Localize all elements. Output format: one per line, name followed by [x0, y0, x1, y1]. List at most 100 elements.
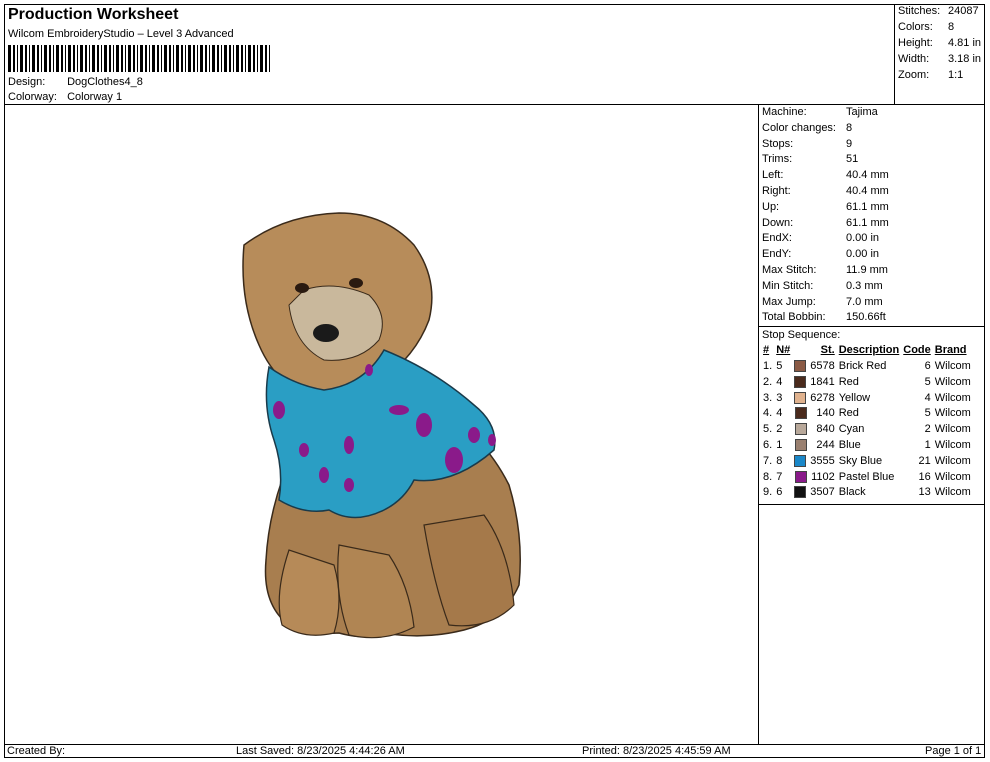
worksheet-header: Production Worksheet Wilcom EmbroiderySt… [4, 4, 895, 105]
stop-stitches: 1102 [811, 470, 835, 483]
machine-info-value: 0.00 in [846, 248, 880, 261]
barcode-bar [137, 45, 138, 72]
machine-info-row: Down: 61.1 mm [759, 216, 985, 232]
machine-info-label: EndY: [762, 248, 792, 261]
stop-stitches: 1841 [810, 375, 835, 388]
barcode-bar [77, 45, 78, 72]
stop-stitch-cell: 6278 [792, 391, 836, 407]
barcode-bar [197, 45, 198, 72]
barcode-bar [152, 45, 155, 72]
machine-info-row: EndY: 0.00 in [759, 247, 985, 263]
machine-info-value: 40.4 mm [846, 184, 889, 197]
design-preview [4, 105, 759, 744]
barcode-bar [41, 45, 42, 72]
machine-info-row: Machine: Tajima [759, 105, 985, 121]
design-label: Design: [8, 76, 46, 88]
design-stats: Stitches: 24087 Colors: 8 Height: 4.81 in W… [895, 4, 985, 105]
barcode-bar [92, 45, 95, 72]
barcode-bar [17, 45, 18, 72]
machine-info-label: Color changes: [762, 121, 836, 134]
barcode-bar [236, 45, 239, 72]
machine-info-row: Up: 61.1 mm [759, 200, 985, 216]
barcode-bar [125, 45, 126, 72]
stop-description: Blue [838, 438, 861, 451]
barcode-bar [133, 45, 135, 72]
machine-info-value: 11.9 mm [846, 263, 888, 276]
stop-needle: 4 [776, 375, 783, 388]
barcode-bar [265, 45, 267, 72]
machine-info-value: 7.0 mm [846, 295, 883, 308]
stop-index: 6. [763, 438, 773, 451]
machine-info-label: Max Jump: [762, 295, 816, 308]
stop-brand: Wilcom [934, 391, 971, 404]
stop-description: Red [838, 407, 859, 420]
machine-info-value: 61.1 mm [846, 216, 889, 229]
barcode-bar [205, 45, 207, 72]
barcode-bar [241, 45, 243, 72]
machine-info-label: Min Stitch: [762, 279, 814, 292]
stop-stitches: 6578 [810, 359, 835, 372]
stop-index: 5. [763, 423, 773, 436]
machine-info-value: 61.1 mm [846, 200, 889, 213]
barcode-bar [149, 45, 150, 72]
stop-brand: Wilcom [934, 438, 971, 451]
barcode-bar [248, 45, 251, 72]
machine-info-label: Stops: [762, 137, 794, 150]
stop-stitch-cell: 3507 [792, 485, 836, 501]
color-swatch [794, 375, 807, 388]
machine-info-row: EndX: 0.00 in [759, 231, 985, 247]
stop-stitch-cell: 140 [792, 406, 836, 422]
stop-stitch-cell: 244 [792, 438, 836, 454]
machine-info-label: Right: [762, 184, 791, 197]
barcode-bar [233, 45, 234, 72]
barcode-bar [68, 45, 71, 72]
barcode-bar [53, 45, 54, 72]
machine-info-value: Tajima [846, 106, 878, 118]
color-swatch [794, 360, 807, 373]
machine-info-row: Total Bobbin: 150.66ft [759, 310, 985, 326]
barcode-bar [113, 45, 114, 72]
stop-index: 1. [763, 359, 773, 372]
barcode-bar [101, 45, 102, 72]
stat-height: Height: 4.81 in [898, 37, 982, 49]
stop-stitch-cell: 6578 [792, 359, 836, 375]
stop-row: 7. 8 3555 Sky Blue 21 Wilcom [761, 454, 973, 470]
stat-zoom: Zoom: 1:1 [898, 69, 964, 81]
machine-info-label: Max Stitch: [762, 263, 817, 276]
barcode-bar [97, 45, 99, 72]
barcode-bar [200, 45, 203, 72]
barcode-bar [164, 45, 167, 72]
barcode-bar [157, 45, 159, 72]
barcode-bar [176, 45, 179, 72]
machine-info-row: Max Jump: 7.0 mm [759, 295, 985, 311]
col-description: Description [838, 344, 900, 357]
machine-info-row: Min Stitch: 0.3 mm [759, 279, 985, 295]
barcode-bar [188, 45, 191, 72]
colorway-row: Colorway: Colorway 1 [8, 91, 122, 103]
barcode-bar [221, 45, 222, 72]
stop-row: 3. 3 6278 Yellow 4 Wilcom [761, 391, 973, 407]
machine-info-value: 9 [846, 137, 853, 150]
col-needle: N# [776, 344, 791, 357]
stop-needle: 6 [776, 486, 783, 499]
stop-code: 6 [924, 359, 931, 372]
design-value: DogClothes4_8 [67, 76, 143, 88]
color-swatch [794, 407, 807, 420]
barcode-bar [185, 45, 186, 72]
machine-info-row: Color changes: 8 [759, 121, 985, 137]
barcode-bar [173, 45, 174, 72]
col-index: # [763, 344, 770, 357]
stop-sequence-label: Stop Sequence: [759, 326, 985, 343]
stat-width: Width: 3.18 in [898, 53, 982, 65]
stop-index: 9. [763, 486, 773, 499]
barcode-bar [56, 45, 59, 72]
stop-row: 5. 2 840 Cyan 2 Wilcom [761, 422, 973, 438]
barcode-bar [116, 45, 119, 72]
stop-needle: 4 [776, 407, 783, 420]
barcode-bar [181, 45, 183, 72]
machine-info-value: 0.00 in [846, 232, 880, 245]
barcode-bar [89, 45, 90, 72]
color-swatch [794, 423, 807, 436]
col-stitches: St. [820, 344, 835, 357]
barcode-bar [13, 45, 15, 72]
